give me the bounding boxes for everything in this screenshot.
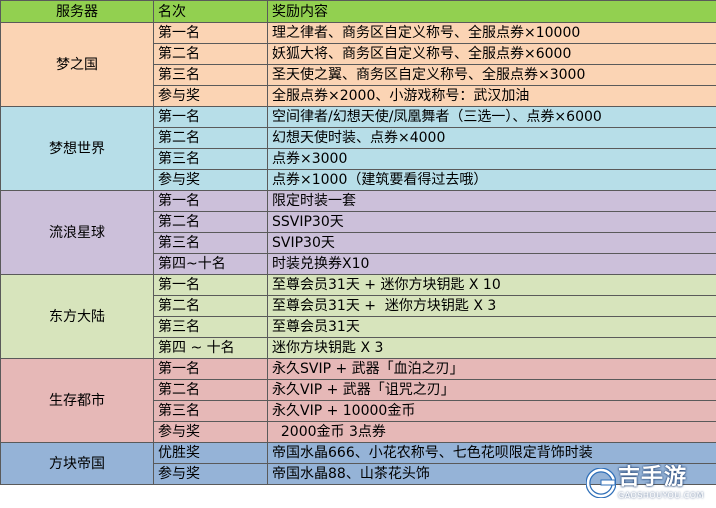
rank-cell: 第四 ~ 十名: [153, 337, 268, 359]
header-reward: 奖励内容: [267, 0, 716, 23]
rank-cell: 第三名: [153, 148, 268, 170]
table-row: 梦想世界 第一名 空间律者/幻想天使/凤凰舞者（三选一）、点券×6000: [0, 106, 716, 191]
reward-sheet: 服务器 名次 奖励内容 梦之国 第一名 理之律者、商务区自定义称号、全服点券×100…: [0, 0, 716, 508]
server-name-cell: 东方大陆: [0, 274, 154, 359]
rank-cell: 第三名: [153, 64, 268, 86]
reward-cell: 幻想天使时装、点券×4000: [267, 127, 716, 149]
reward-cell: 迷你方块钥匙 X 3: [267, 337, 716, 359]
reward-cell: SSVIP30天: [267, 211, 716, 233]
rank-cell: 第三名: [153, 400, 268, 422]
reward-cell: 空间律者/幻想天使/凤凰舞者（三选一）、点券×6000: [267, 106, 716, 128]
rank-cell: 第四~十名: [153, 253, 268, 275]
reward-cell: 理之律者、商务区自定义称号、全服点券×10000: [267, 22, 716, 44]
reward-cell: 永久SVIP + 武器「血泊之刃」: [267, 358, 716, 380]
reward-cell: 永久VIP + 武器「诅咒之刃」: [267, 379, 716, 401]
rank-cell: 参与奖: [153, 421, 268, 443]
watermark-domain: GAOSHOUYOU.COM: [618, 491, 705, 500]
reward-cell: SVIP30天: [267, 232, 716, 254]
rank-cell: 第三名: [153, 316, 268, 338]
table-row: 流浪星球 第一名 限定时装一套: [0, 190, 716, 275]
rank-cell: 第二名: [153, 43, 268, 65]
reward-cell: 至尊会员31天 + 迷你方块钥匙 X 10: [267, 274, 716, 296]
table-row: 梦之国 第一名 理之律者、商务区自定义称号、全服点券×10000: [0, 22, 716, 107]
rank-cell: 参与奖: [153, 463, 268, 485]
reward-table: 服务器 名次 奖励内容 梦之国 第一名 理之律者、商务区自定义称号、全服点券×100…: [0, 0, 716, 485]
server-name-cell: 梦之国: [0, 22, 154, 107]
rank-cell: 第二名: [153, 127, 268, 149]
reward-cell: 妖狐大将、商务区自定义称号、全服点券×6000: [267, 43, 716, 65]
table-body: 梦之国 第一名 理之律者、商务区自定义称号、全服点券×10000 第二名 妖狐大将、商务…: [0, 22, 716, 485]
reward-cell: 至尊会员31天: [267, 316, 716, 338]
table-row: 生存都市 第一名 永久SVIP + 武器「血泊之刃」: [0, 358, 716, 443]
rank-cell: 第一名: [153, 274, 268, 296]
reward-cell: 时装兑换券X10: [267, 253, 716, 275]
reward-cell: 帝国水晶666、小花农称号、七色花呗限定背饰时装: [267, 442, 716, 464]
reward-cell: 点券×1000（建筑要看得过去哦）: [267, 169, 716, 191]
rank-cell: 第三名: [153, 232, 268, 254]
header-rank: 名次: [153, 0, 268, 23]
server-name-cell: 梦想世界: [0, 106, 154, 191]
rank-cell: 第一名: [153, 358, 268, 380]
rank-cell: 第一名: [153, 190, 268, 212]
server-name-cell: 方块帝国: [0, 442, 154, 485]
table-row: 东方大陆 第一名 至尊会员31天 + 迷你方块钥匙 X 10: [0, 274, 716, 359]
reward-cell: 全服点券×2000、小游戏称号：武汉加油: [267, 85, 716, 107]
rank-cell: 参与奖: [153, 169, 268, 191]
rank-cell: 第二名: [153, 295, 268, 317]
rank-cell: 第二名: [153, 379, 268, 401]
rank-cell: 第一名: [153, 22, 268, 44]
rank-cell: 第二名: [153, 211, 268, 233]
reward-cell: 帝国水晶88、山茶花头饰: [267, 463, 716, 485]
header-server: 服务器: [0, 0, 154, 23]
server-name-cell: 流浪星球: [0, 190, 154, 275]
rank-cell: 参与奖: [153, 85, 268, 107]
reward-cell: 点券×3000: [267, 148, 716, 170]
rank-cell: 优胜奖: [153, 442, 268, 464]
header-row: 服务器 名次 奖励内容: [0, 0, 716, 23]
reward-cell: 2000金币 3点券: [267, 421, 716, 443]
table-row: 方块帝国 优胜奖 帝国水晶666、小花农称号、七色花呗限定背饰时装: [0, 442, 716, 485]
reward-cell: 圣天使之翼、商务区自定义称号、全服点券×3000: [267, 64, 716, 86]
rank-cell: 第一名: [153, 106, 268, 128]
reward-cell: 至尊会员31天 + 迷你方块钥匙 X 3: [267, 295, 716, 317]
reward-cell: 永久VIP + 10000金币: [267, 400, 716, 422]
server-name-cell: 生存都市: [0, 358, 154, 443]
reward-cell: 限定时装一套: [267, 190, 716, 212]
